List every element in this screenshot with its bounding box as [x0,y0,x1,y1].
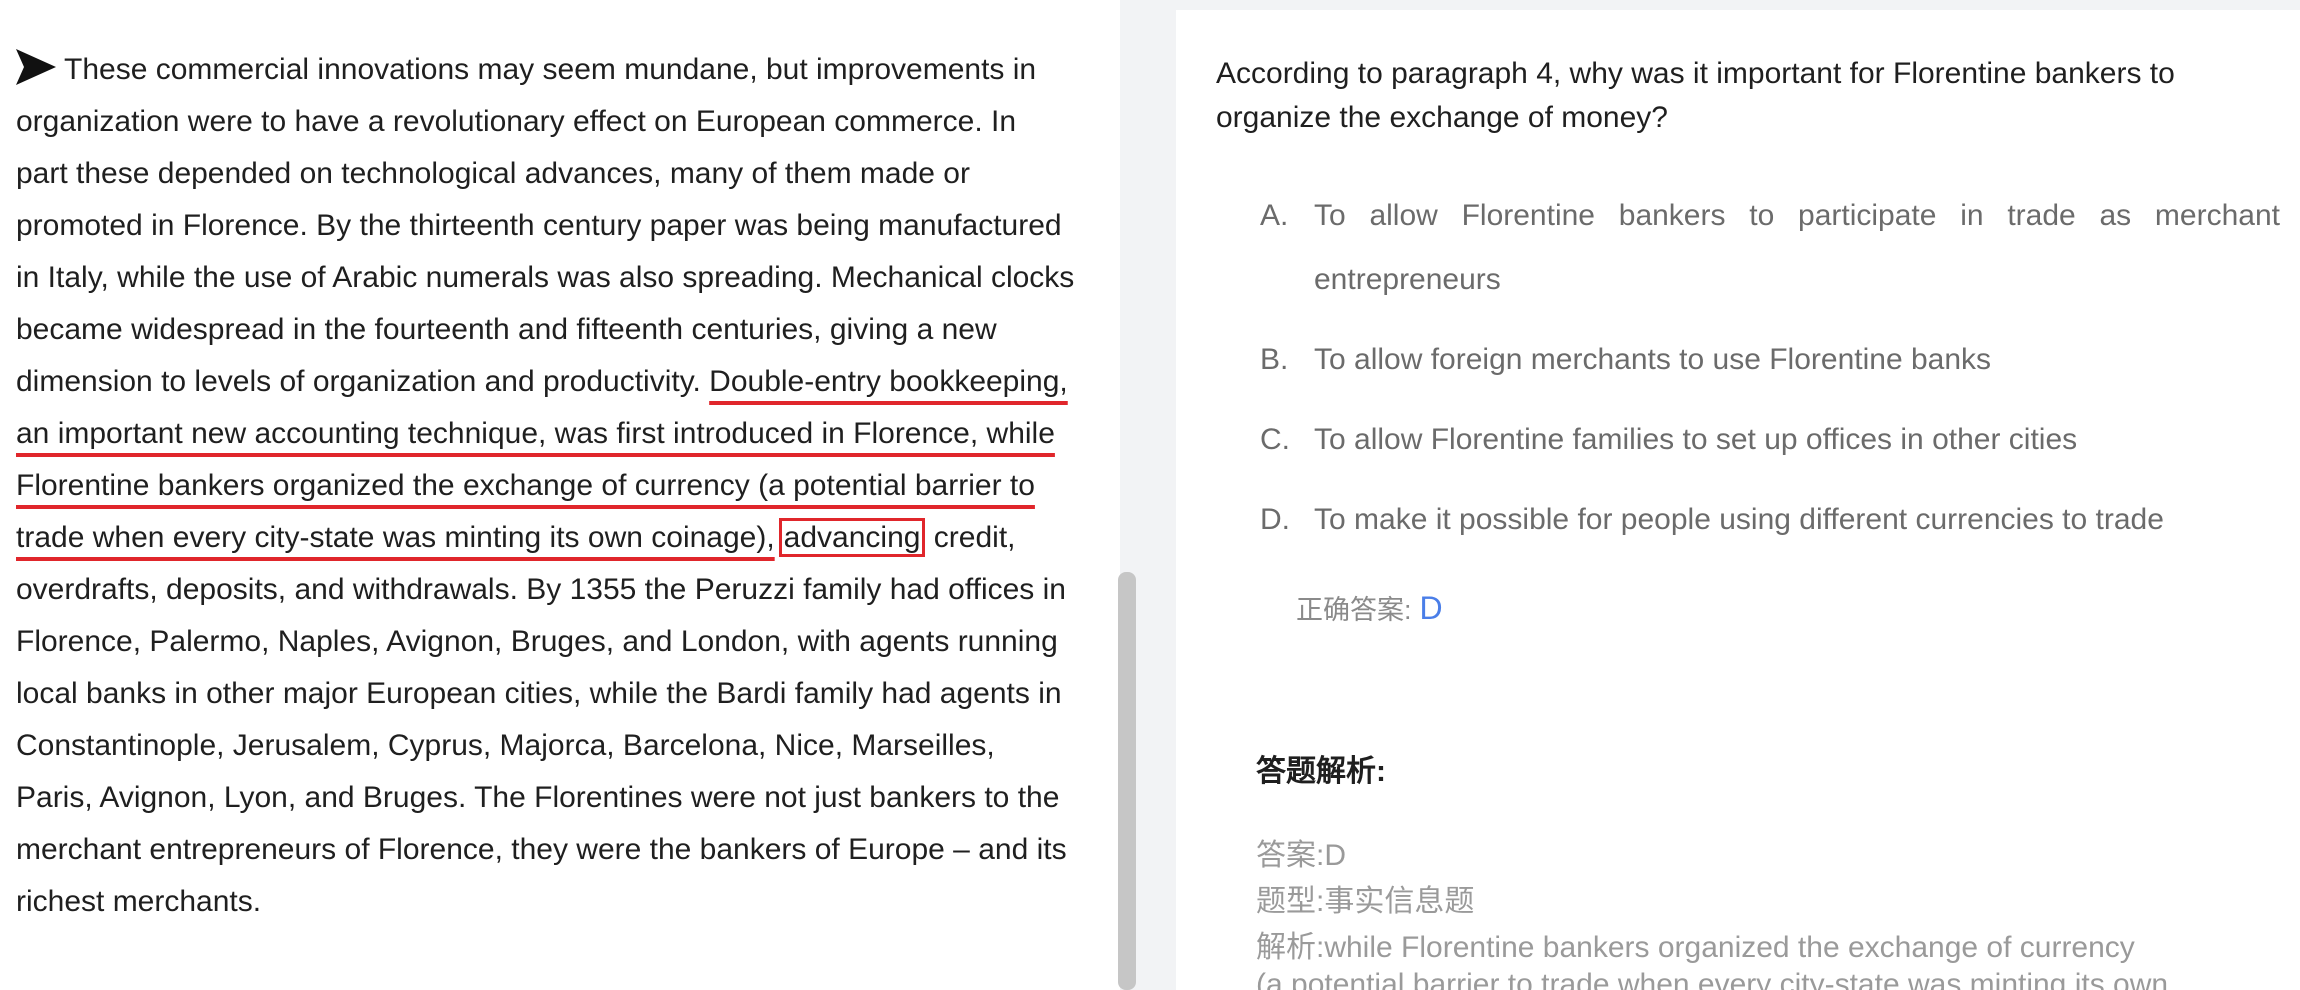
analysis-question-type: 题型:事实信息题 [1256,885,1475,918]
option-c[interactable]: C. To allow Florentine families to set u… [1260,408,2280,472]
pane-divider [1142,0,1176,990]
correct-answer: 正确答案: D [1296,588,1443,627]
passage-text: These commercial innovations may seem mu… [16,44,1076,928]
question-pane: According to paragraph 4, why was it imp… [1176,0,2300,990]
passage-part-1: These commercial innovations may seem mu… [16,53,1075,398]
option-letter: C. [1260,423,1290,456]
question-text: According to paragraph 4, why was it imp… [1216,57,2175,134]
option-letter: D. [1260,503,1290,536]
analysis-title: 答题解析: [1256,755,1386,788]
option-text: To make it possible for people using dif… [1314,503,2164,536]
option-letter: A. [1260,199,1289,232]
passage-boxed-word: advancing [778,518,926,557]
passage-part-2: credit, overdrafts, deposits, and withdr… [16,521,1067,918]
arrow-right-icon [16,49,56,85]
scrollbar-thumb[interactable] [1118,572,1136,990]
correct-answer-value: D [1419,590,1443,626]
analysis-answer: 答案:D [1256,839,1346,872]
option-b[interactable]: B. To allow foreign merchants to use Flo… [1260,328,2280,392]
option-letter: B. [1260,343,1289,376]
option-text: To allow Florentine families to set up o… [1314,423,2078,456]
option-text: To allow Florentine bankers to participa… [1314,199,2280,296]
passage-pane: These commercial innovations may seem mu… [0,0,1120,990]
option-d[interactable]: D. To make it possible for people using … [1260,488,2280,552]
option-a[interactable]: A. To allow Florentine bankers to partic… [1260,184,2280,312]
analysis-explanation-line-1: 解析:while Florentine bankers organized th… [1256,931,2135,964]
analysis-explanation-line-2: (a potential barrier to trade when every… [1256,968,2169,990]
correct-answer-label: 正确答案: [1296,595,1412,625]
option-text: To allow foreign merchants to use Floren… [1314,343,1992,376]
